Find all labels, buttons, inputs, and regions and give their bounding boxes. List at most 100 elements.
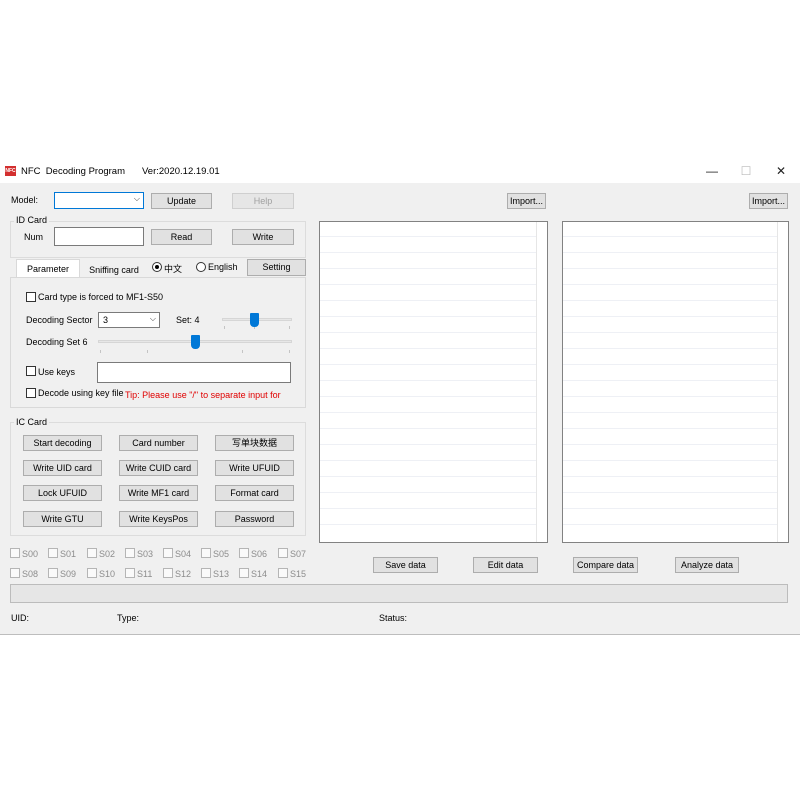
sector-label: S10 <box>99 569 116 579</box>
sector-checkbox[interactable] <box>87 568 97 578</box>
sector-label: S07 <box>290 549 307 559</box>
list-row-line <box>320 524 537 525</box>
sector-checkbox[interactable] <box>239 548 249 558</box>
sector-label: S08 <box>22 569 39 579</box>
maximize-icon[interactable]: ☐ <box>731 162 761 180</box>
use-keys-label: Use keys <box>38 367 76 377</box>
sector-checkbox[interactable] <box>48 568 58 578</box>
write-block-data-button[interactable]: 写单块数据 <box>215 435 294 451</box>
list-row-line <box>320 428 537 429</box>
window-version: Ver:2020.12.19.01 <box>142 166 220 177</box>
data-list-left[interactable] <box>319 221 548 543</box>
sector-checkbox[interactable] <box>125 568 135 578</box>
edit-data-button[interactable]: Edit data <box>473 557 538 573</box>
window-title: NFC Decoding Program <box>21 166 126 177</box>
card-number-button[interactable]: Card number <box>119 435 198 451</box>
sector-checkbox[interactable] <box>278 568 288 578</box>
list-row-line <box>563 316 778 317</box>
list-scrollbar[interactable] <box>777 222 788 542</box>
write-gtu-button[interactable]: Write GTU <box>23 511 102 527</box>
list-row-line <box>563 396 778 397</box>
write-keyspos-button[interactable]: Write KeysPos <box>119 511 198 527</box>
setting-button[interactable]: Setting <box>247 259 306 276</box>
sector-label: S06 <box>251 549 268 559</box>
set-slider-tick <box>224 326 225 329</box>
password-button[interactable]: Password <box>215 511 294 527</box>
write-mf1-card-button[interactable]: Write MF1 card <box>119 485 198 501</box>
sector-checkbox[interactable] <box>201 548 211 558</box>
type-label: Type: <box>117 613 140 623</box>
data-list-right[interactable] <box>562 221 789 543</box>
decoding-set-slider-tick <box>147 350 148 353</box>
set-label: Set: 4 <box>176 315 200 325</box>
tab-parameter[interactable]: Parameter <box>16 259 80 277</box>
ic-card-title: IC Card <box>14 417 50 427</box>
english-radio[interactable] <box>196 262 206 272</box>
list-row-line <box>563 348 778 349</box>
key-file-checkbox[interactable] <box>26 388 36 398</box>
status-label: Status: <box>379 613 408 623</box>
minimize-icon[interactable]: — <box>697 162 727 180</box>
sector-checkbox[interactable] <box>239 568 249 578</box>
list-row-line <box>563 428 778 429</box>
forced-type-checkbox[interactable] <box>26 292 36 302</box>
analyze-data-button[interactable]: Analyze data <box>675 557 739 573</box>
save-data-button[interactable]: Save data <box>373 557 438 573</box>
format-card-button[interactable]: Format card <box>215 485 294 501</box>
keys-input[interactable] <box>97 362 291 383</box>
english-label: English <box>208 262 238 272</box>
list-row-line <box>320 300 537 301</box>
import-right-button[interactable]: Import... <box>749 193 788 209</box>
sector-checkbox[interactable] <box>201 568 211 578</box>
list-row-line <box>563 444 778 445</box>
update-button[interactable]: Update <box>151 193 212 209</box>
sector-checkbox[interactable] <box>48 548 58 558</box>
sector-checkbox[interactable] <box>163 548 173 558</box>
chinese-radio[interactable] <box>152 262 162 272</box>
help-button[interactable]: Help <box>232 193 294 209</box>
write-button[interactable]: Write <box>232 229 294 245</box>
progress-bar <box>10 584 788 603</box>
read-button[interactable]: Read <box>151 229 212 245</box>
use-keys-checkbox[interactable] <box>26 366 36 376</box>
decoding-set-slider-tick <box>289 350 290 353</box>
start-decoding-button[interactable]: Start decoding <box>23 435 102 451</box>
sector-label: S11 <box>137 569 153 579</box>
list-row-line <box>563 524 778 525</box>
id-card-title: ID Card <box>14 215 50 225</box>
sector-label: S12 <box>175 569 192 579</box>
list-row-line <box>563 364 778 365</box>
write-cuid-card-button[interactable]: Write CUID card <box>119 460 198 476</box>
set-slider-thumb[interactable] <box>249 313 259 327</box>
decoding-sector-select[interactable]: 3 ⌵ <box>98 312 160 328</box>
list-scrollbar[interactable] <box>536 222 547 542</box>
write-uid-card-button[interactable]: Write UID card <box>23 460 102 476</box>
list-row-line <box>320 348 537 349</box>
sector-checkbox[interactable] <box>10 568 20 578</box>
sector-label: S04 <box>175 549 192 559</box>
chinese-label: 中文 <box>164 264 183 274</box>
list-row-line <box>563 508 778 509</box>
sector-checkbox[interactable] <box>125 548 135 558</box>
model-select[interactable]: ⌵ <box>54 192 144 209</box>
list-row-line <box>320 396 537 397</box>
close-icon[interactable]: ✕ <box>766 162 796 180</box>
write-ufuid-button[interactable]: Write UFUID <box>215 460 294 476</box>
decoding-set-slider-thumb[interactable] <box>191 335 200 349</box>
list-row-line <box>563 476 778 477</box>
chevron-down-icon: ⌵ <box>133 194 140 203</box>
sector-label: S00 <box>22 549 39 559</box>
sector-checkbox[interactable] <box>87 548 97 558</box>
decoding-set-slider-tick <box>100 350 101 353</box>
sector-checkbox[interactable] <box>10 548 20 558</box>
lock-ufuid-button[interactable]: Lock UFUID <box>23 485 102 501</box>
num-input[interactable] <box>54 227 144 246</box>
list-row-line <box>320 476 537 477</box>
sector-checkbox[interactable] <box>163 568 173 578</box>
sector-checkbox[interactable] <box>278 548 288 558</box>
num-label: Num <box>24 232 44 242</box>
decoding-set-slider-tick <box>242 350 243 353</box>
list-row-line <box>320 284 537 285</box>
compare-data-button[interactable]: Compare data <box>573 557 638 573</box>
import-left-button[interactable]: Import... <box>507 193 546 209</box>
